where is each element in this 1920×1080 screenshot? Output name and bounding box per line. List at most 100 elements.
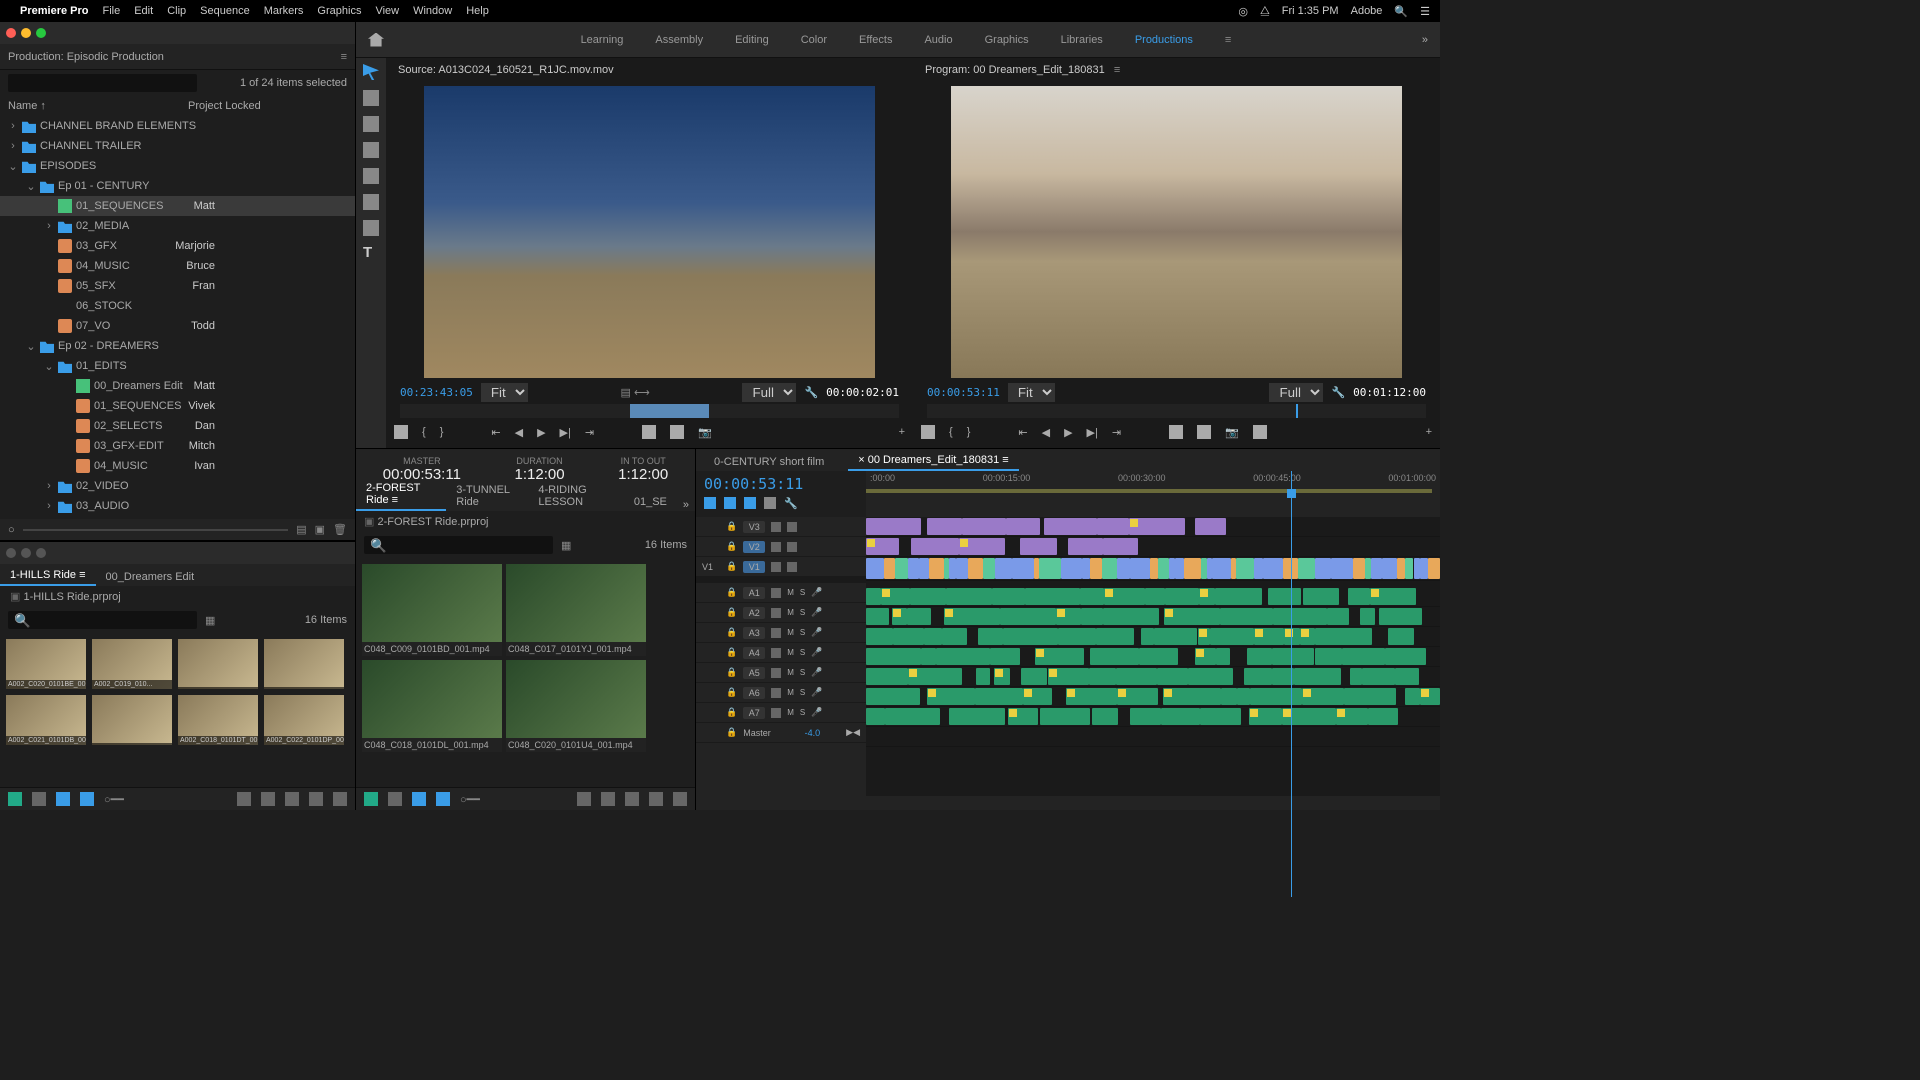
workspace-tab-libraries[interactable]: Libraries — [1055, 34, 1109, 46]
bin-thumb[interactable] — [178, 639, 258, 689]
audio-track-head[interactable]: 🔒 A1 MS 🎤 — [696, 583, 866, 603]
bin-thumb[interactable] — [92, 639, 172, 689]
tree-row[interactable]: 07_VO Todd — [0, 316, 355, 336]
project-tab[interactable]: 4-RIDING LESSON — [528, 481, 623, 511]
new-item2-icon[interactable] — [309, 792, 323, 806]
bin-thumb[interactable] — [92, 695, 172, 745]
razor-tool[interactable] — [363, 142, 379, 158]
audio-track-head[interactable]: 🔒 A4 MS 🎤 — [696, 643, 866, 663]
p-list-icon[interactable] — [388, 792, 402, 806]
wrench2-icon[interactable]: 🔧 — [1331, 386, 1345, 399]
workspace-menu-icon[interactable]: ≡ — [1225, 34, 1231, 46]
storyboard-icon[interactable]: ▦ — [205, 614, 215, 627]
snap-icon[interactable] — [704, 497, 716, 509]
video-track-head[interactable]: V1🔒 V1 — [696, 557, 866, 577]
p-icon-icon[interactable] — [412, 792, 426, 806]
menu-markers[interactable]: Markers — [264, 5, 304, 17]
menu-clip[interactable]: Clip — [167, 5, 186, 17]
search-icon[interactable]: 🔍 — [1394, 5, 1408, 18]
source-full[interactable]: Full — [742, 383, 796, 402]
tree-row[interactable]: 03_GFX-EDIT Mitch — [0, 436, 355, 456]
p-step-fwd-icon[interactable]: ▶| — [1087, 426, 1098, 439]
go-in-icon[interactable]: { — [422, 426, 426, 438]
audio-track-head[interactable]: 🔒 A5 MS 🎤 — [696, 663, 866, 683]
p-add-button-icon[interactable]: + — [1426, 426, 1432, 438]
tree-row[interactable]: 04_MUSIC Ivan — [0, 456, 355, 476]
menu-file[interactable]: File — [102, 5, 120, 17]
insert-icon[interactable] — [642, 425, 656, 439]
track-select-tool[interactable] — [363, 90, 379, 106]
extract-icon[interactable] — [1197, 425, 1211, 439]
audio-track-head[interactable]: 🔒 A3 MS 🎤 — [696, 623, 866, 643]
tree-row[interactable]: 00_Dreamers Edit Matt — [0, 376, 355, 396]
tree-row[interactable]: 06_STOCK — [0, 296, 355, 316]
source-viewport[interactable] — [424, 86, 875, 378]
tree-row[interactable]: › 02_VIDEO — [0, 476, 355, 496]
icon-view-icon[interactable] — [56, 792, 70, 806]
tree-row[interactable]: ⌄ Ep 01 - CENTURY — [0, 176, 355, 196]
program-fit[interactable]: Fit — [1008, 383, 1055, 402]
bin-thumb[interactable] — [264, 639, 344, 689]
overwrite-icon[interactable] — [670, 425, 684, 439]
sequence-tab[interactable]: × 00 Dreamers_Edit_180831 ≡ — [848, 451, 1018, 471]
tl-wrench-icon[interactable]: 🔧 — [784, 497, 798, 510]
timeline-h-scroll[interactable] — [696, 796, 1440, 810]
tree-row[interactable]: ⌄ Ep 02 - DREAMERS — [0, 336, 355, 356]
program-tc-in[interactable]: 00:00:53:11 — [927, 386, 1000, 399]
master-track-head[interactable]: 🔒Master-4.0▶◀ — [696, 723, 866, 743]
menu-edit[interactable]: Edit — [134, 5, 153, 17]
find-icon[interactable] — [261, 792, 275, 806]
project-thumb[interactable]: C048_C017_0101YJ_001.mp4 — [506, 564, 646, 656]
production-search-input[interactable] — [8, 74, 197, 92]
bin-search-input[interactable] — [8, 611, 197, 629]
new-bin-icon[interactable]: ▣ — [315, 523, 325, 536]
track-lanes[interactable] — [866, 517, 1440, 796]
bin-tab[interactable]: 00_Dreamers Edit — [96, 568, 205, 586]
tree-row[interactable]: 05_SFX Fran — [0, 276, 355, 296]
freeform-view-icon[interactable] — [80, 792, 94, 806]
audio-track-head[interactable]: 🔒 A2 MS 🎤 — [696, 603, 866, 623]
selection-tool[interactable] — [363, 64, 379, 80]
program-full[interactable]: Full — [1269, 383, 1323, 402]
project-tabs[interactable]: 2-FOREST Ride ≡3-TUNNEL Ride4-RIDING LES… — [356, 489, 695, 511]
slip-tool[interactable] — [363, 168, 379, 184]
timeline-ruler[interactable]: :00:0000:00:15:0000:00:30:0000:00:45:000… — [866, 471, 1440, 517]
pen-tool[interactable] — [363, 194, 379, 210]
p-prev-icon[interactable]: ⇤ — [1018, 426, 1027, 439]
wifi-icon[interactable]: ⧋ — [1260, 5, 1270, 18]
trash2-icon[interactable] — [333, 792, 347, 806]
timeline-tc[interactable]: 00:00:53:11 — [704, 475, 858, 493]
bin-thumb[interactable] — [6, 695, 86, 745]
p-write-icon[interactable] — [364, 792, 378, 806]
tree-row[interactable]: › 02_MEDIA — [0, 216, 355, 236]
p-find-icon[interactable] — [601, 792, 615, 806]
audio-track-head[interactable]: 🔒 A7 MS 🎤 — [696, 703, 866, 723]
bin-thumb[interactable] — [178, 695, 258, 745]
project-thumb[interactable]: C048_C018_0101DL_001.mp4 — [362, 660, 502, 752]
sort-icon[interactable] — [237, 792, 251, 806]
project-thumb[interactable]: C048_C009_0101BD_001.mp4 — [362, 564, 502, 656]
tree-row[interactable]: 04_MUSIC Bruce — [0, 256, 355, 276]
column-headers[interactable]: Name ↑ Project Locked — [0, 96, 355, 116]
workspace-tab-assembly[interactable]: Assembly — [649, 34, 709, 46]
menu-graphics[interactable]: Graphics — [317, 5, 361, 17]
p-new-icon[interactable] — [625, 792, 639, 806]
workspace-tab-effects[interactable]: Effects — [853, 34, 898, 46]
menu-sequence[interactable]: Sequence — [200, 5, 250, 17]
project-tab[interactable]: 01_SE — [624, 493, 677, 511]
timeline-tabs[interactable]: 0-CENTURY short film× 00 Dreamers_Edit_1… — [696, 449, 1440, 471]
link-icon[interactable] — [724, 497, 736, 509]
tree-row[interactable]: 02_SELECTS Dan — [0, 416, 355, 436]
p-play-icon[interactable]: ▶ — [1064, 426, 1072, 439]
panel-menu-icon[interactable]: ≡ — [341, 51, 347, 63]
tree-row[interactable]: › 03_AUDIO — [0, 496, 355, 516]
project-tab[interactable]: 3-TUNNEL Ride — [446, 481, 528, 511]
workspace-tab-audio[interactable]: Audio — [918, 34, 958, 46]
tree-row[interactable]: 01_SEQUENCES Matt — [0, 196, 355, 216]
marker-icon[interactable] — [744, 497, 756, 509]
p-next-icon[interactable]: ⇥ — [1112, 426, 1121, 439]
video-track-head[interactable]: 🔒 V2 — [696, 537, 866, 557]
source-fit[interactable]: Fit — [481, 383, 528, 402]
compare-icon[interactable] — [1253, 425, 1267, 439]
lift-icon[interactable] — [1169, 425, 1183, 439]
